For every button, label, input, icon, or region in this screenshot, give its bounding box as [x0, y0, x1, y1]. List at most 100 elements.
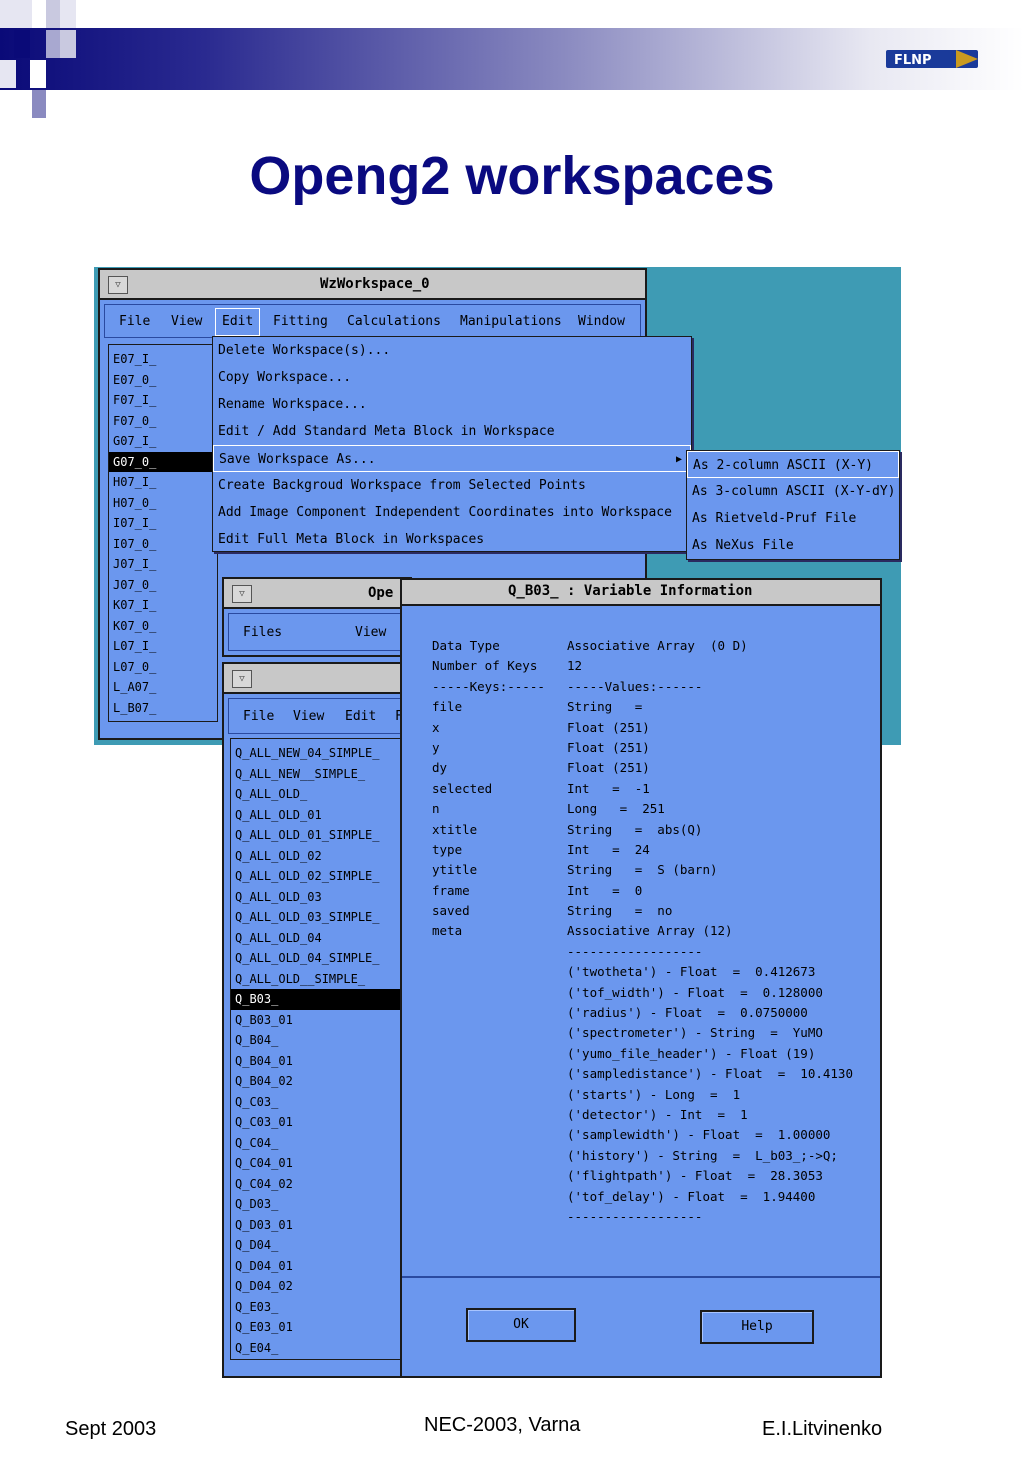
info-value: ('history') - String = L_b03_;->Q;: [567, 1147, 838, 1163]
variable-list-item[interactable]: Q_E03_: [231, 1297, 414, 1318]
menu-edit[interactable]: Edit: [215, 308, 261, 336]
edit-menu-item[interactable]: Delete Workspace(s)...: [213, 337, 691, 364]
variable-list-item[interactable]: Q_ALL_NEW__SIMPLE_: [231, 764, 414, 785]
variable-list-item[interactable]: Q_E03_01: [231, 1317, 414, 1338]
variable-list-item[interactable]: Q_C04_01: [231, 1153, 414, 1174]
info-value: String = S (barn): [567, 862, 718, 878]
menu-edit[interactable]: Edit: [345, 709, 376, 724]
window-menu-icon[interactable]: ▽: [108, 276, 128, 294]
info-value: ('tof_delay') - Float = 1.94400: [567, 1188, 816, 1204]
workspace-list-item[interactable]: H07_0_: [109, 493, 217, 514]
workspace-list-item[interactable]: I07_0_: [109, 534, 217, 555]
variable-list-item[interactable]: Q_ALL_OLD_04_SIMPLE_: [231, 948, 414, 969]
workspace-list-item[interactable]: L07_0_: [109, 657, 217, 678]
variable-list-item[interactable]: Q_ALL_NEW_04_SIMPLE_: [231, 743, 414, 764]
menu-fitting[interactable]: Fitting: [273, 314, 328, 329]
edit-menu-item[interactable]: Edit / Add Standard Meta Block in Worksp…: [213, 418, 691, 445]
variable-list-item[interactable]: Q_E04_: [231, 1338, 414, 1359]
variable-list-item[interactable]: Q_B04_: [231, 1030, 414, 1051]
edit-menu-item[interactable]: Save Workspace As... ▶: [213, 445, 691, 472]
workspace-list-item[interactable]: J07_0_: [109, 575, 217, 596]
menu-file[interactable]: File: [119, 314, 150, 329]
info-key: y: [432, 739, 440, 755]
workspace-list-item[interactable]: E07_I_: [109, 349, 217, 370]
menu-view[interactable]: View: [171, 314, 202, 329]
second-workspace-window: ▽ File View Edit F Q_ALL_NEW_04_SIMPLE_ Q…: [222, 662, 414, 1378]
info-value: ('samplewidth') - Float = 1.00000: [567, 1127, 831, 1143]
edit-menu-item[interactable]: Copy Workspace...: [213, 364, 691, 391]
workspace-list-item[interactable]: F07_I_: [109, 390, 217, 411]
workspace-list-item[interactable]: L07_I_: [109, 636, 217, 657]
variable-list-item[interactable]: Q_B03_01: [231, 1010, 414, 1031]
variable-list-item[interactable]: Q_ALL_OLD__SIMPLE_: [231, 969, 414, 990]
workspace-list-item[interactable]: E07_0_: [109, 370, 217, 391]
help-button[interactable]: Help: [700, 1310, 814, 1344]
workspace-list-item[interactable]: L_B07_: [109, 698, 217, 719]
workspace-list-item[interactable]: G07_I_: [109, 431, 217, 452]
menu-calculations[interactable]: Calculations: [347, 314, 441, 329]
variable-list-item[interactable]: Q_ALL_OLD_02: [231, 846, 414, 867]
save-as-menu-item[interactable]: As 3-column ASCII (X-Y-dY): [687, 478, 899, 505]
info-key: Number of Keys: [432, 658, 538, 674]
edit-menu-item-label: Edit / Add Standard Meta Block in Worksp…: [218, 424, 555, 439]
variable-list-item[interactable]: Q_C03_: [231, 1092, 414, 1113]
flnp-logo: FLNP: [886, 50, 978, 68]
variable-list-item[interactable]: Q_C04_02: [231, 1174, 414, 1195]
variable-list-item[interactable]: Q_D04_: [231, 1235, 414, 1256]
menu-file[interactable]: File: [243, 709, 274, 724]
footer-author: E.I.Litvinenko: [762, 1418, 883, 1440]
variable-list-item[interactable]: Q_D04_02: [231, 1276, 414, 1297]
decor-square: [0, 60, 16, 88]
variable-list-item[interactable]: Q_D04_01: [231, 1256, 414, 1277]
workspace-list-item[interactable]: J07_I_: [109, 554, 217, 575]
submenu-arrow-icon: ▶: [675, 454, 682, 465]
variable-list-item[interactable]: Q_ALL_OLD_03: [231, 887, 414, 908]
variable-list-item[interactable]: Q_ALL_OLD_02_SIMPLE_: [231, 866, 414, 887]
variable-list-item[interactable]: Q_ALL_OLD_: [231, 784, 414, 805]
menu-files[interactable]: Files: [243, 625, 282, 640]
info-key: xtitle: [432, 821, 478, 837]
workspace-list-item[interactable]: K07_0_: [109, 616, 217, 637]
decor-square: [30, 60, 46, 88]
decor-square: [0, 0, 16, 28]
edit-menu-item[interactable]: Create Backgroud Workspace from Selected…: [213, 472, 691, 499]
ok-button[interactable]: OK: [466, 1308, 576, 1342]
variable-list-item[interactable]: Q_ALL_OLD_01: [231, 805, 414, 826]
save-as-menu-item[interactable]: As Rietveld-Pruf File: [687, 505, 899, 532]
variable-list-item[interactable]: Q_C04_: [231, 1133, 414, 1154]
variable-list-item[interactable]: Q_D03_01: [231, 1215, 414, 1236]
menu-window[interactable]: Window: [578, 314, 625, 329]
workspace-list[interactable]: E07_I_ E07_0_ F07_I_ F07_0_ G07_I_ G07_0_ H07_…: [108, 344, 218, 722]
variable-list-item[interactable]: Q_B04_02: [231, 1071, 414, 1092]
variable-list-item[interactable]: Q_ALL_OLD_04: [231, 928, 414, 949]
variable-list-item[interactable]: Q_B04_01: [231, 1051, 414, 1072]
workspace-menubar: File View Edit Fitting Calculations Mani…: [104, 304, 641, 338]
workspace-list-item[interactable]: F07_0_: [109, 411, 217, 432]
variable-list-item[interactable]: Q_C03_01: [231, 1112, 414, 1133]
edit-menu-item[interactable]: Rename Workspace...: [213, 391, 691, 418]
workspace-list-item[interactable]: L_A07_: [109, 677, 217, 698]
workspace-list-item[interactable]: G07_0_: [109, 451, 217, 472]
save-as-menu-item[interactable]: As 2-column ASCII (X-Y): [687, 451, 899, 478]
menu-manipulations[interactable]: Manipulations: [460, 314, 562, 329]
window-menu-icon[interactable]: ▽: [232, 670, 252, 688]
save-as-menu-item[interactable]: As NeXus File: [687, 532, 899, 559]
variable-list-item[interactable]: Q_B03_: [231, 989, 414, 1010]
info-value: Float (251): [567, 739, 650, 755]
edit-menu-item[interactable]: Add Image Component Independent Coordina…: [213, 499, 691, 526]
workspace-list-item[interactable]: H07_I_: [109, 472, 217, 493]
variable-list-item[interactable]: Q_ALL_OLD_03_SIMPLE_: [231, 907, 414, 928]
info-key: Data Type: [432, 638, 500, 653]
variable-list-item[interactable]: Q_D03_: [231, 1194, 414, 1215]
workspace-list-item[interactable]: I07_I_: [109, 513, 217, 534]
variable-list-item[interactable]: Q_ALL_OLD_01_SIMPLE_: [231, 825, 414, 846]
decor-square: [60, 0, 76, 28]
workspace-list-item[interactable]: K07_I_: [109, 595, 217, 616]
menu-view[interactable]: View: [293, 709, 324, 724]
edit-menu-item-label: Rename Workspace...: [218, 397, 367, 412]
info-key: meta: [432, 923, 463, 939]
edit-menu-item[interactable]: Edit Full Meta Block in Workspaces: [213, 526, 691, 553]
variable-list[interactable]: Q_ALL_NEW_04_SIMPLE_ Q_ALL_NEW__SIMPLE_ Q_…: [230, 738, 414, 1360]
window-menu-icon[interactable]: ▽: [232, 585, 252, 603]
menu-view[interactable]: View: [355, 625, 386, 640]
